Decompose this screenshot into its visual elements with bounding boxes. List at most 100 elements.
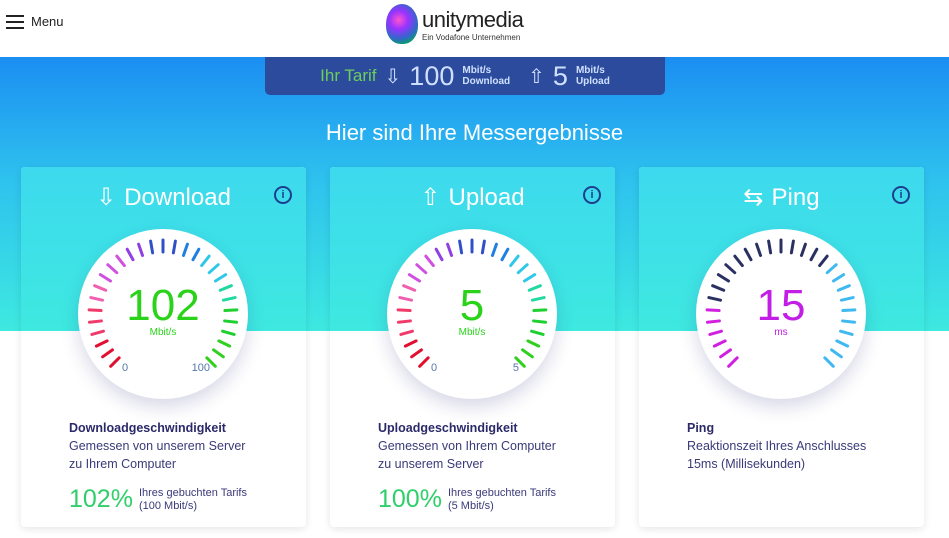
tarif-percentage: 102% Ihres gebuchten Tarifs (100 Mbit/s) xyxy=(69,485,247,514)
gauge-tick xyxy=(521,348,534,359)
percent-tarif: (5 Mbit/s) xyxy=(447,499,494,512)
gauge-tick xyxy=(424,254,435,268)
upload-icon: ⇧ xyxy=(420,184,441,211)
card-description: Uploadgeschwindigkeit Gemessen von Ihrem… xyxy=(378,419,556,473)
gauge-tick xyxy=(755,242,763,257)
card-description: Ping Reaktionszeit Ihres Anschlusses 15m… xyxy=(687,419,866,473)
info-icon[interactable]: i xyxy=(583,186,601,204)
gauge-tick xyxy=(94,339,109,348)
gauge-tick xyxy=(818,254,829,268)
gauge-unit: ms xyxy=(774,327,788,338)
gauge-tick xyxy=(217,339,232,348)
tarif-percentage: 100% Ihres gebuchten Tarifs (5 Mbit/s) xyxy=(378,485,556,514)
menu-button[interactable]: Menu xyxy=(6,14,64,29)
result-card-download: ⇩ Download i 102 Mbit/s 0 100 Downloadgesc… xyxy=(21,167,306,527)
gauge-tick xyxy=(743,247,753,262)
gauge-value: 5 xyxy=(459,281,485,330)
gauge-tick xyxy=(458,239,464,255)
gauge-tick xyxy=(415,263,428,275)
gauge-tick xyxy=(181,242,189,257)
tarif-download-value: 100 xyxy=(409,60,455,91)
tarif-upload-label: Upload xyxy=(575,76,610,87)
gauge-tick xyxy=(115,254,126,268)
info-icon[interactable]: i xyxy=(892,186,910,204)
desc-line-2: 15ms (Millisekunden) xyxy=(687,457,806,471)
gauge-max: 5 xyxy=(512,362,519,374)
gauge-tick xyxy=(516,263,529,275)
download-icon: ⇩ xyxy=(384,65,402,88)
desc-line-1: Reaktionszeit Ihres Anschlusses xyxy=(687,439,867,453)
gauge-tick xyxy=(789,239,795,255)
percent-text: Ihres gebuchten Tarifs xyxy=(447,486,556,499)
desc-line-1: Gemessen von Ihrem Computer xyxy=(378,439,556,453)
gauge-tick xyxy=(191,247,201,262)
gauge-tick xyxy=(526,339,541,348)
tarif-download-label: Download xyxy=(462,76,511,87)
menu-label: Menu xyxy=(31,14,64,29)
gauge-max: 100 xyxy=(191,362,210,374)
info-icon[interactable]: i xyxy=(274,186,292,204)
gauge-unit: Mbit/s xyxy=(149,327,177,338)
gauge-tick xyxy=(830,348,843,359)
desc-title: Uploadgeschwindigkeit xyxy=(378,421,518,435)
gauge-value: 102 xyxy=(126,281,200,330)
gauge-min: 0 xyxy=(431,362,438,374)
card-title: ⇆ Ping xyxy=(639,183,924,212)
gauge-tick xyxy=(799,242,807,257)
card-title-text: Download xyxy=(124,184,231,211)
gauge-tick xyxy=(500,247,510,262)
unitymedia-logo[interactable]: unitymedia Ein Vodafone Unternehmen xyxy=(386,4,524,44)
gauge-tick xyxy=(446,242,454,257)
gauge-tick xyxy=(200,254,211,268)
download-icon: ⇩ xyxy=(96,184,117,211)
gauge: 5 Mbit/s 0 5 xyxy=(387,229,557,399)
gauge-tick xyxy=(727,356,739,368)
gauge-tick xyxy=(149,239,155,255)
tarif-download-unit: Mbit/s xyxy=(462,65,492,76)
gauge-tick xyxy=(835,339,850,348)
gauge: 102 Mbit/s 0 100 xyxy=(78,229,248,399)
gauge-tick xyxy=(509,254,520,268)
gauge-tick xyxy=(719,348,732,359)
gauge-tick xyxy=(137,242,145,257)
gauge-tick xyxy=(767,239,773,255)
card-title: ⇩ Download xyxy=(21,183,306,212)
hamburger-icon xyxy=(6,14,24,29)
gauge-tick xyxy=(410,348,423,359)
gauge-tick xyxy=(403,339,418,348)
card-description: Downloadgeschwindigkeit Gemessen von uns… xyxy=(69,419,245,473)
gauge-tick xyxy=(418,356,430,368)
gauge-tick xyxy=(125,247,135,262)
card-title-text: Ping xyxy=(771,184,820,211)
percent-text: Ihres gebuchten Tarifs xyxy=(138,486,247,499)
gauge-tick xyxy=(101,348,114,359)
gauge-tick xyxy=(490,242,498,257)
gauge-tick xyxy=(724,263,737,275)
gauge-tick xyxy=(809,247,819,262)
gauge-tick xyxy=(171,239,177,255)
card-title: ⇧ Upload xyxy=(330,183,615,212)
tarif-upload-value: 5 xyxy=(552,60,568,91)
gauge-tick xyxy=(480,239,486,255)
header: Menu unitymedia Ein Vodafone Unternehmen xyxy=(0,0,949,57)
page-title: Hier sind Ihre Messergebnisse xyxy=(325,120,624,145)
gauge-tick xyxy=(825,263,838,275)
gauge-tick xyxy=(212,348,225,359)
upload-icon: ⇧ xyxy=(528,65,545,88)
percent-value: 102% xyxy=(69,485,133,513)
desc-line-1: Gemessen von unserem Server xyxy=(69,439,246,453)
gauge-value: 15 xyxy=(756,281,806,330)
tarif-upload-unit: Mbit/s xyxy=(575,65,605,76)
percent-tarif: (100 Mbit/s) xyxy=(138,499,198,512)
gauge-tick xyxy=(434,247,444,262)
result-card-ping: ⇆ Ping i 15 ms Ping Reaktionszeit Ihres A… xyxy=(639,167,924,527)
desc-line-2: zu Ihrem Computer xyxy=(69,457,176,471)
result-card-upload: ⇧ Upload i 5 Mbit/s 0 5 Uploadgeschwindigk… xyxy=(330,167,615,527)
gauge: 15 ms xyxy=(696,229,866,399)
gauge-tick xyxy=(207,263,220,275)
gauge-unit: Mbit/s xyxy=(458,327,486,338)
logo-name: unitymedia xyxy=(422,6,524,32)
gauge-min: 0 xyxy=(122,362,129,374)
logo-tagline: Ein Vodafone Unternehmen xyxy=(422,32,521,42)
gauge-tick xyxy=(712,339,727,348)
